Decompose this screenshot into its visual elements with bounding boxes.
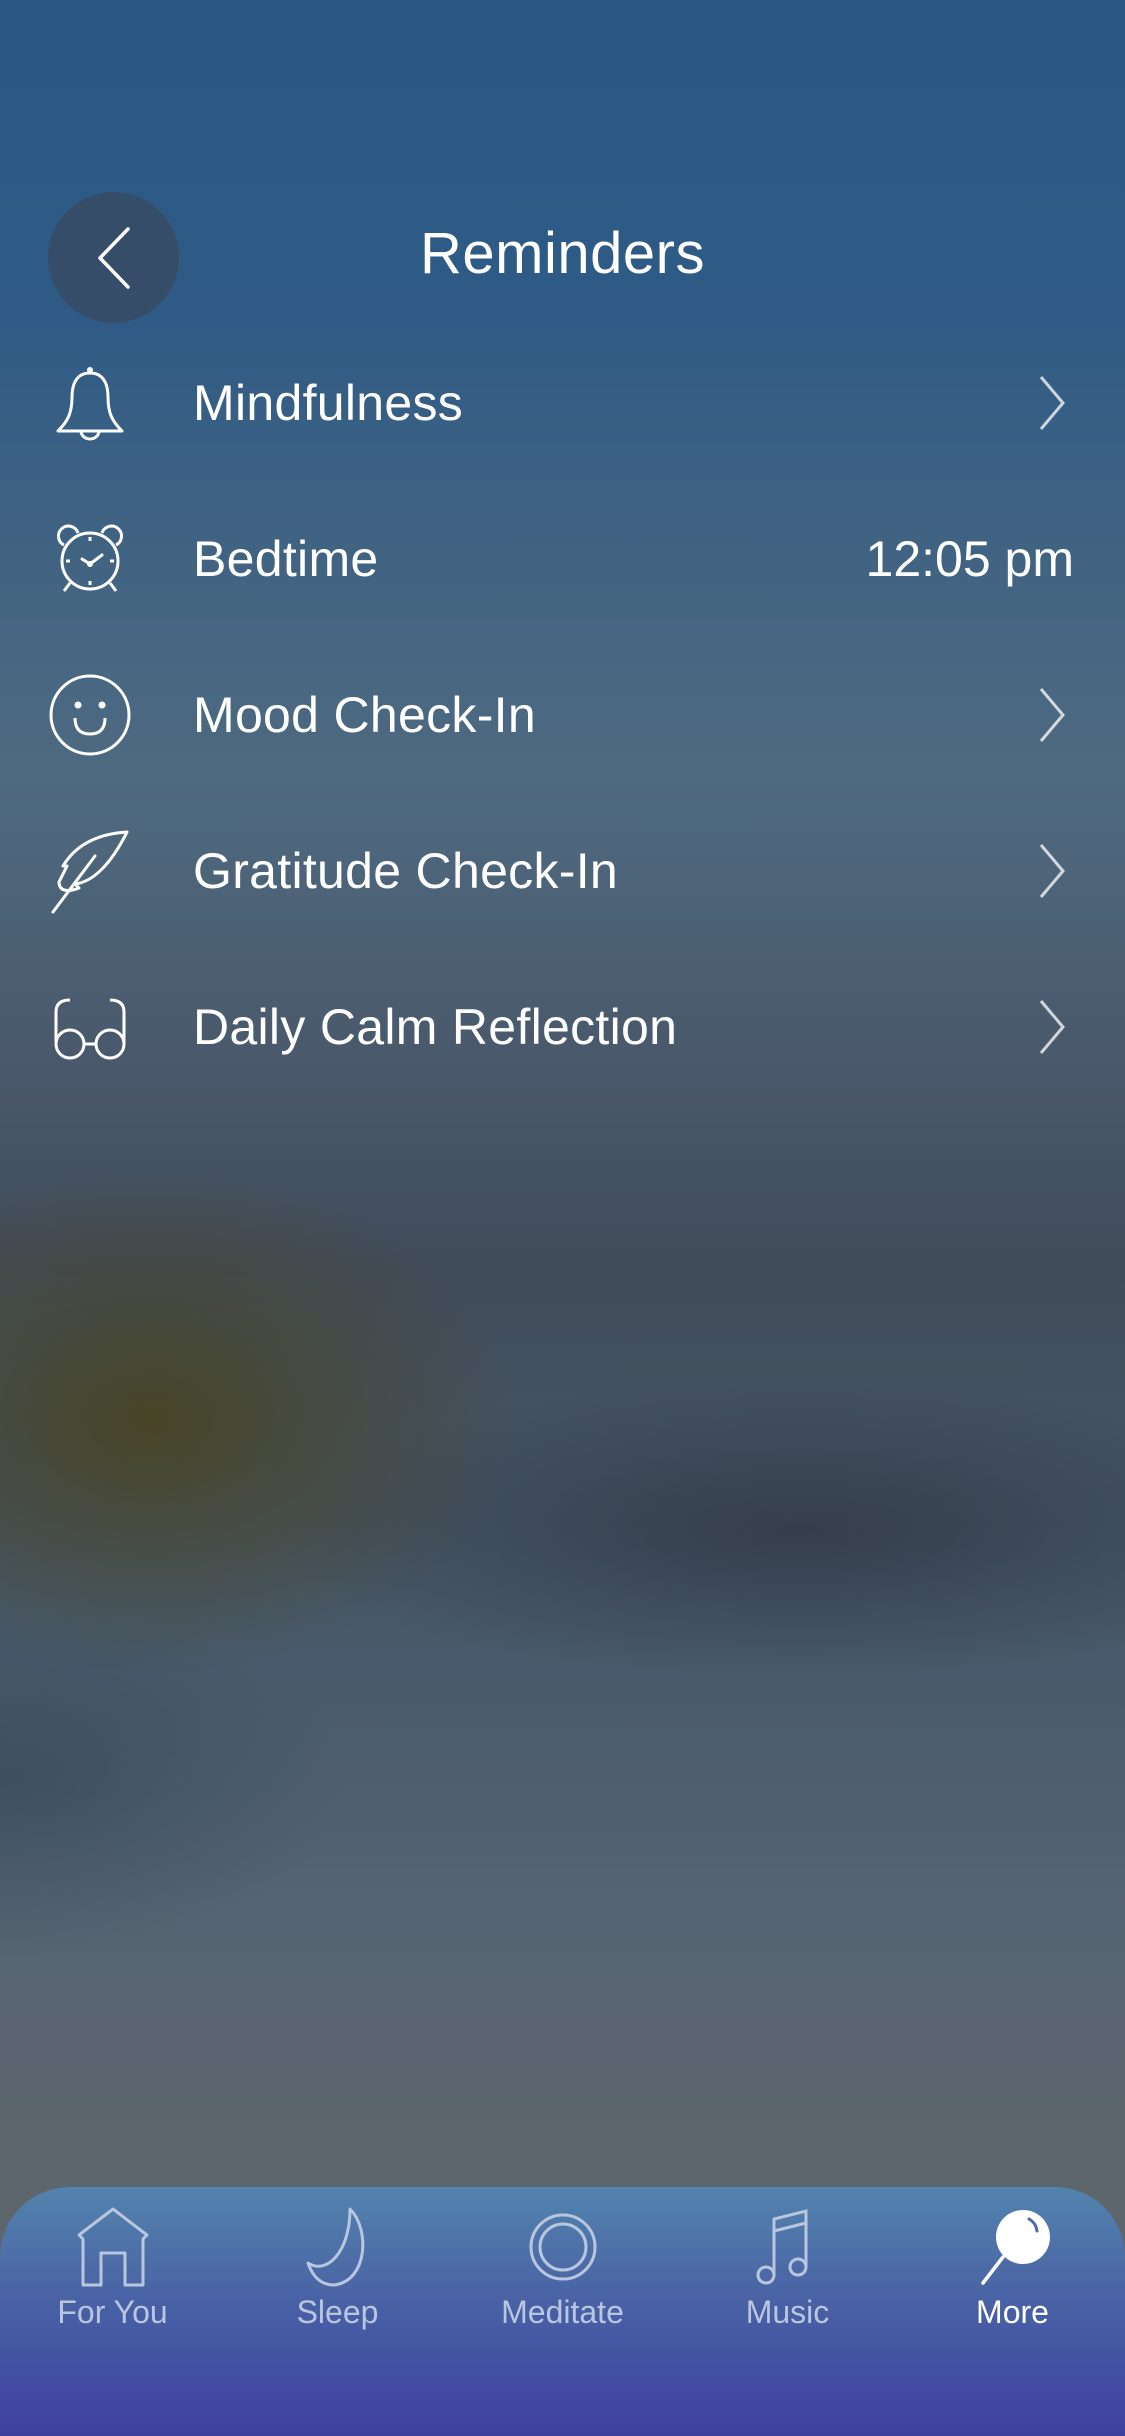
bell-icon bbox=[44, 357, 136, 449]
house-icon bbox=[77, 2207, 148, 2287]
tab-label: Music bbox=[745, 2294, 830, 2330]
reminder-row-bedtime[interactable]: Bedtime 12:05 pm bbox=[0, 481, 1125, 637]
reminders-list: Mindfulness Bedtime 12:05 pm Mood Check-… bbox=[0, 325, 1125, 1105]
bedtime-value: 12:05 pm bbox=[865, 531, 1074, 587]
smiley-face-icon bbox=[44, 669, 136, 761]
tab-label: Meditate bbox=[501, 2294, 624, 2330]
music-note-icon bbox=[756, 2209, 807, 2285]
tab-more[interactable]: More bbox=[900, 2187, 1125, 2337]
page-title: Reminders bbox=[420, 221, 705, 286]
chevron-right-icon bbox=[1039, 844, 1065, 898]
reminder-label: Mindfulness bbox=[193, 375, 464, 431]
reminder-label: Daily Calm Reflection bbox=[193, 999, 678, 1055]
reminder-label: Mood Check-In bbox=[193, 687, 536, 743]
feather-icon bbox=[44, 825, 136, 917]
tab-bar: For You Sleep Meditate Music More bbox=[0, 2187, 1125, 2436]
reminder-row-mood-check-in[interactable]: Mood Check-In bbox=[0, 637, 1125, 793]
tab-sleep[interactable]: Sleep bbox=[225, 2187, 450, 2337]
tab-for-you[interactable]: For You bbox=[0, 2187, 225, 2337]
reminder-label: Bedtime bbox=[193, 531, 379, 587]
chevron-right-icon bbox=[1039, 376, 1065, 430]
alarm-clock-icon bbox=[44, 513, 136, 605]
glasses-icon bbox=[44, 981, 136, 1073]
header: Reminders bbox=[0, 190, 1125, 325]
chevron-right-icon bbox=[1039, 1000, 1065, 1054]
reminder-row-gratitude-check-in[interactable]: Gratitude Check-In bbox=[0, 793, 1125, 949]
tab-label: For You bbox=[57, 2294, 168, 2330]
tab-meditate[interactable]: Meditate bbox=[450, 2187, 675, 2337]
tab-label: More bbox=[976, 2294, 1049, 2330]
tab-music[interactable]: Music bbox=[675, 2187, 900, 2337]
magnifier-icon bbox=[980, 2210, 1050, 2285]
chevron-right-icon bbox=[1039, 688, 1065, 742]
reminder-row-daily-calm-reflection[interactable]: Daily Calm Reflection bbox=[0, 949, 1125, 1105]
tab-label: Sleep bbox=[296, 2294, 379, 2330]
moon-icon bbox=[306, 2207, 364, 2287]
reminder-row-mindfulness[interactable]: Mindfulness bbox=[0, 325, 1125, 481]
circle-icon bbox=[529, 2213, 596, 2281]
reminder-label: Gratitude Check-In bbox=[193, 843, 619, 899]
